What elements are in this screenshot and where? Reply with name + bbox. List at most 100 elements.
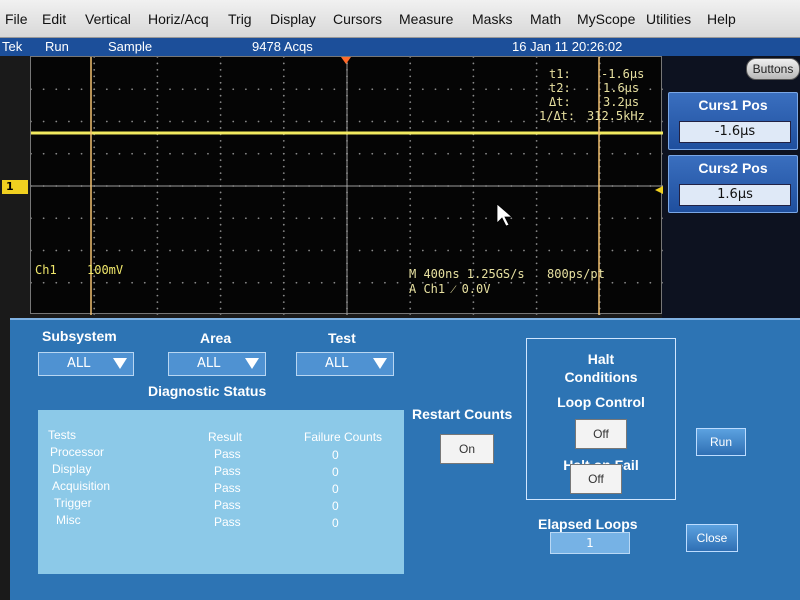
area-dropdown[interactable]: ALL (168, 352, 266, 376)
graticule-dot (371, 281, 374, 284)
menu-edit[interactable]: Edit (42, 11, 66, 27)
graticule-dot (194, 217, 197, 220)
buttons-toggle-button[interactable]: Buttons (746, 58, 800, 80)
graticule-dot (181, 217, 184, 220)
graticule-dot (194, 120, 197, 123)
graticule-dot (409, 314, 412, 315)
subsystem-label: Subsystem (42, 328, 117, 344)
graticule-dot (586, 88, 589, 91)
graticule-dot (510, 152, 513, 155)
menu-file[interactable]: File (5, 11, 28, 27)
graticule-dot (282, 107, 285, 110)
graticule-dot (320, 217, 323, 220)
graticule-dot (320, 88, 323, 91)
trigger-position-marker[interactable] (341, 57, 351, 64)
graticule-dot (282, 191, 285, 194)
graticule-dot (384, 217, 386, 220)
curs2-pos-control[interactable]: Curs2 Pos 1.6µs (668, 155, 798, 213)
graticule-dot (282, 120, 285, 123)
close-button[interactable]: Close (686, 524, 738, 552)
row-processor-result: Pass (214, 447, 241, 461)
menu-myscope[interactable]: MyScope (577, 11, 635, 27)
graticule-dot (409, 57, 412, 58)
graticule-dot (55, 281, 58, 284)
graticule-dot (396, 88, 399, 91)
menu-help[interactable]: Help (707, 11, 736, 27)
graticule-dot (535, 146, 538, 149)
halt-on-fail-button[interactable]: Off (570, 464, 622, 494)
loop-control-button[interactable]: Off (575, 419, 627, 449)
graticule-dot (68, 120, 70, 123)
subsystem-dropdown[interactable]: ALL (38, 352, 134, 376)
curs2-pos-value[interactable]: 1.6µs (679, 184, 791, 206)
graticule-dot (447, 88, 450, 91)
menu-masks[interactable]: Masks (472, 11, 512, 27)
graticule-dot (472, 217, 475, 220)
graticule-dot (535, 165, 538, 168)
graticule-dot (320, 152, 323, 155)
menu-display[interactable]: Display (270, 11, 316, 27)
curs1-pos-control[interactable]: Curs1 Pos -1.6µs (668, 92, 798, 150)
graticule-dot (409, 210, 412, 213)
graticule-dot (105, 88, 108, 91)
graticule-dot (535, 101, 538, 104)
trigger-level-marker[interactable] (655, 186, 663, 194)
graticule-dot (472, 191, 475, 194)
row-display-test: Display (52, 462, 92, 476)
waveform-display[interactable]: t1: -1.6µs t2: 1.6µs Δt: 3.2µs 1/Δt: 312… (30, 56, 663, 315)
graticule-dot (219, 152, 222, 155)
graticule-dot (31, 120, 32, 123)
menu-utilities[interactable]: Utilities (646, 11, 691, 27)
graticule-dot (409, 243, 412, 245)
test-dropdown[interactable]: ALL (296, 352, 394, 376)
menu-bar: File Edit Vertical Horiz/Acq Trig Displa… (0, 0, 800, 38)
restart-counts-button[interactable]: On (440, 434, 494, 464)
graticule-dot (181, 249, 184, 252)
menu-trig[interactable]: Trig (228, 11, 252, 27)
channel-1-marker[interactable]: 1 (2, 180, 28, 194)
graticule-dot (282, 146, 285, 149)
graticule-dot (384, 88, 386, 91)
graticule-dot (181, 152, 184, 155)
graticule-dot (333, 88, 336, 91)
area-value: ALL (197, 356, 221, 371)
graticule-dot (535, 178, 538, 181)
graticule-dot (244, 120, 247, 123)
graticule-dot (472, 230, 475, 233)
graticule-dot (156, 301, 159, 303)
chevron-down-icon (245, 358, 259, 369)
curs1-pos-value[interactable]: -1.6µs (679, 121, 791, 143)
menu-horiz-acq[interactable]: Horiz/Acq (148, 11, 209, 27)
graticule-dot (409, 94, 412, 97)
graticule-dot (472, 152, 475, 155)
graticule-dot (282, 249, 285, 252)
graticule-dot (472, 81, 475, 84)
graticule-dot (636, 152, 639, 155)
graticule-dot (68, 88, 70, 91)
graticule-dot (384, 152, 386, 155)
graticule-dot (232, 88, 235, 91)
graticule-dot (244, 88, 247, 91)
graticule-dot (232, 217, 235, 220)
menu-vertical[interactable]: Vertical (85, 11, 131, 27)
graticule-dot (560, 152, 563, 155)
graticule-dot (219, 198, 222, 200)
menu-cursors[interactable]: Cursors (333, 11, 382, 27)
graticule-dot (219, 94, 222, 97)
graticule-dot (143, 88, 146, 91)
menu-math[interactable]: Math (530, 11, 561, 27)
menu-measure[interactable]: Measure (399, 11, 453, 27)
graticule-dot (308, 152, 310, 155)
diagnostic-status-table: Tests Result Failure Counts Processor Pa… (38, 410, 404, 574)
graticule-dot (282, 198, 285, 200)
row-display-result: Pass (214, 464, 241, 478)
graticule-dot (624, 249, 626, 252)
graticule-dot (573, 88, 576, 91)
graticule-dot (194, 88, 197, 91)
graticule-dot (409, 198, 412, 200)
graticule-dot (156, 243, 159, 245)
graticule-dot (219, 191, 222, 194)
run-button[interactable]: Run (696, 428, 746, 456)
graticule-dot (535, 230, 538, 233)
graticule-dot (93, 294, 96, 297)
